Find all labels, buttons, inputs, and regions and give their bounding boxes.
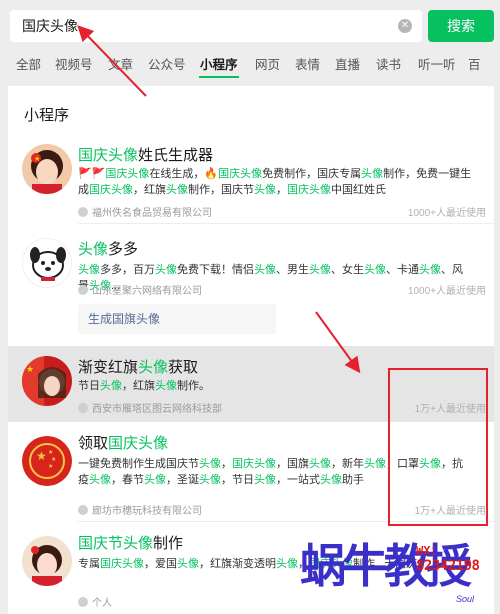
item-title: 头像多多: [78, 241, 139, 258]
item-avatar: ★ ★ ★ ★: [22, 436, 72, 486]
search-input[interactable]: [22, 16, 382, 36]
item-title: 国庆节头像制作: [78, 535, 184, 552]
watermark-wx-number: 82342198: [416, 558, 480, 574]
usage-count: 1000+人最近使用: [407, 208, 486, 219]
developer-icon: [78, 285, 88, 295]
tab-miniprogram[interactable]: 小程序: [200, 54, 238, 73]
usage-count: 1000+人最近使用: [407, 286, 486, 297]
tab-stickers[interactable]: 表情: [295, 54, 320, 73]
tab-bar: 全部 视频号 文章 公众号 小程序 网页 表情 直播 读书 听一听 百: [0, 46, 500, 80]
developer-icon: [78, 597, 88, 607]
developer-icon: [78, 207, 88, 217]
generate-flag-avatar-link[interactable]: 生成国旗头像: [78, 304, 276, 334]
item-developer: 廊坊市穗玩科技有限公司: [78, 502, 202, 517]
result-item[interactable]: ★ 国庆头像姓氏生成器 🚩🚩国庆头像在线生成，🔥国庆头像免费制作，国庆专属头像制…: [8, 134, 494, 224]
tab-web[interactable]: 网页: [255, 54, 280, 73]
developer-icon: [78, 505, 88, 515]
annotation-highlight-box: [388, 368, 488, 526]
item-title: 渐变红旗头像获取: [78, 359, 199, 376]
watermark-wx-label: WX：: [416, 544, 443, 558]
watermark-tag: Soul: [456, 594, 475, 604]
item-title: 领取国庆头像: [78, 435, 169, 452]
search-box[interactable]: ✕: [10, 10, 422, 42]
watermark: 蜗牛教授 WX： 82342198 Soul: [300, 530, 500, 614]
active-tab-indicator: [199, 76, 239, 78]
svg-text:★: ★: [48, 449, 53, 456]
svg-text:★: ★: [26, 365, 34, 375]
search-bar: ✕ 搜索: [0, 0, 500, 46]
tab-accounts[interactable]: 公众号: [148, 54, 186, 73]
item-avatar: ★: [22, 144, 72, 194]
item-developer: 山东星聚六网络有限公司: [78, 282, 202, 297]
svg-text:★: ★: [34, 155, 40, 163]
item-developer: 福州佚名食品贸易有限公司: [78, 204, 212, 219]
item-developer: 西安市雁塔区图云网络科技部: [78, 400, 222, 415]
tab-all[interactable]: 全部: [16, 54, 41, 73]
svg-text:★: ★: [36, 449, 47, 463]
tab-live[interactable]: 直播: [335, 54, 360, 73]
tab-articles[interactable]: 文章: [108, 54, 133, 73]
section-title: 小程序: [24, 107, 70, 124]
result-item[interactable]: 头像多多 头像多多，百万头像免费下载！情侣头像、男生头像、女生头像、卡通头像、风…: [8, 224, 494, 346]
svg-text:★: ★: [51, 456, 56, 463]
tab-books[interactable]: 读书: [376, 54, 401, 73]
search-button[interactable]: 搜索: [428, 10, 494, 42]
item-avatar: [22, 238, 72, 288]
tab-channels[interactable]: 视频号: [55, 54, 93, 73]
developer-icon: [78, 403, 88, 413]
tab-listen[interactable]: 听一听: [418, 54, 456, 73]
item-description: 🚩🚩国庆头像在线生成，🔥国庆头像免费制作，国庆专属头像制作，免费一键生成国庆头像…: [78, 168, 472, 196]
item-avatar: ★: [22, 356, 72, 406]
item-title: 国庆头像姓氏生成器: [78, 147, 214, 164]
item-avatar: [22, 536, 72, 586]
svg-text:★: ★: [48, 463, 53, 470]
item-developer: 个人: [78, 594, 112, 609]
tab-more[interactable]: 百: [468, 54, 481, 73]
clear-icon[interactable]: ✕: [398, 19, 412, 33]
